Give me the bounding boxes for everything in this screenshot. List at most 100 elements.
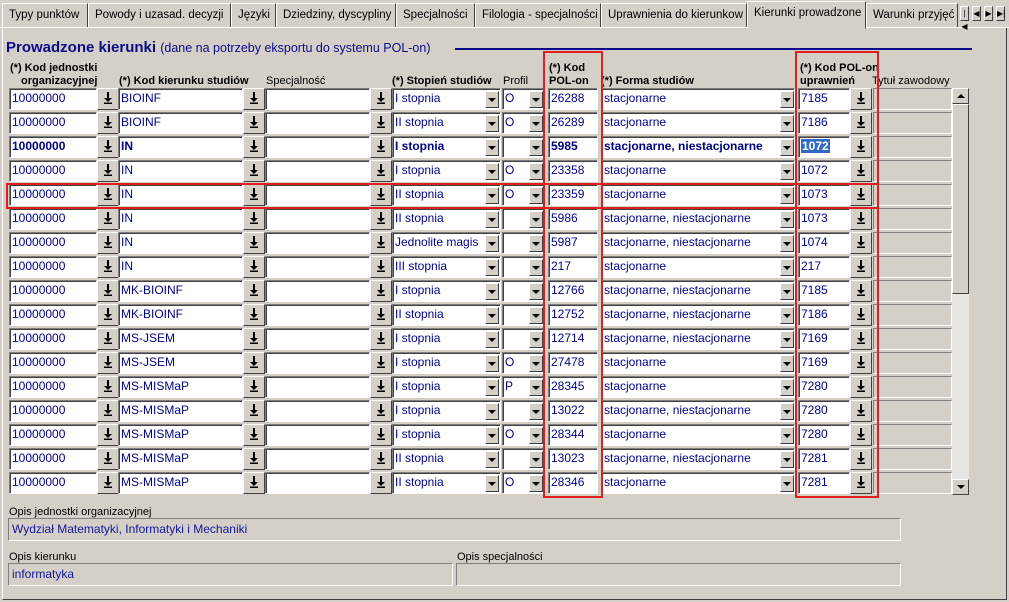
specialty-lookup-button[interactable] — [370, 88, 392, 110]
profile-dropdown-button[interactable] — [529, 259, 543, 276]
program-code-cell[interactable]: MS-JSEM — [118, 328, 243, 350]
specialty-cell[interactable] — [265, 400, 370, 422]
polon-code-cell[interactable]: 12766 — [548, 280, 598, 302]
profile-dropdown-button[interactable] — [529, 403, 543, 420]
specialty-cell[interactable] — [265, 88, 370, 110]
program-desc-field[interactable]: informatyka — [8, 563, 453, 586]
unit-code-cell[interactable]: 10000000 — [9, 448, 97, 470]
polon-permission-cell[interactable]: 7281 — [798, 472, 850, 494]
degree-dropdown-button[interactable] — [485, 187, 499, 204]
program-lookup-button[interactable] — [243, 400, 265, 422]
permission-lookup-button[interactable] — [850, 400, 872, 422]
specialty-lookup-button[interactable] — [370, 280, 392, 302]
degree-dropdown-button[interactable] — [485, 403, 499, 420]
specialty-lookup-button[interactable] — [370, 328, 392, 350]
polon-code-cell[interactable]: 12752 — [548, 304, 598, 326]
permission-lookup-button[interactable] — [850, 184, 872, 206]
profile-dropdown-button[interactable] — [529, 91, 543, 108]
profile-dropdown-button[interactable] — [529, 115, 543, 132]
unit-code-cell[interactable]: 10000000 — [9, 328, 97, 350]
unit-lookup-button[interactable] — [97, 160, 119, 182]
unit-code-cell[interactable]: 10000000 — [9, 112, 97, 134]
polon-code-cell[interactable]: 5987 — [548, 232, 598, 254]
permission-lookup-button[interactable] — [850, 304, 872, 326]
permission-lookup-button[interactable] — [850, 208, 872, 230]
specialty-lookup-button[interactable] — [370, 136, 392, 158]
unit-desc-field[interactable]: Wydział Matematyki, Informatyki i Mechan… — [8, 518, 901, 541]
program-lookup-button[interactable] — [243, 136, 265, 158]
degree-dropdown-button[interactable] — [485, 211, 499, 228]
study-form-select[interactable]: stacjonarne, niestacjonarne — [601, 280, 795, 302]
unit-code-cell[interactable]: 10000000 — [9, 256, 97, 278]
study-form-select[interactable]: stacjonarne — [601, 88, 795, 110]
program-code-cell[interactable]: IN — [118, 184, 243, 206]
professional-title-cell[interactable] — [873, 160, 952, 182]
degree-dropdown-button[interactable] — [485, 163, 499, 180]
specialty-lookup-button[interactable] — [370, 424, 392, 446]
specialty-lookup-button[interactable] — [370, 208, 392, 230]
unit-lookup-button[interactable] — [97, 88, 119, 110]
permission-lookup-button[interactable] — [850, 328, 872, 350]
polon-permission-cell[interactable]: 7169 — [798, 328, 850, 350]
program-lookup-button[interactable] — [243, 256, 265, 278]
polon-permission-cell[interactable]: 7280 — [798, 400, 850, 422]
program-code-cell[interactable]: IN — [118, 232, 243, 254]
polon-code-cell[interactable]: 26288 — [548, 88, 598, 110]
tab-filologia[interactable]: Filologia - specjalności — [475, 3, 601, 27]
last-icon[interactable]: ▶| — [996, 6, 1005, 21]
unit-lookup-button[interactable] — [97, 448, 119, 470]
polon-code-cell[interactable]: 23359 — [548, 184, 598, 206]
profile-dropdown-button[interactable] — [529, 235, 543, 252]
tab-powody[interactable]: Powody i uzasad. decyzji — [88, 3, 231, 27]
profile-dropdown-button[interactable] — [529, 211, 543, 228]
form-dropdown-button[interactable] — [780, 235, 794, 252]
specialty-lookup-button[interactable] — [370, 256, 392, 278]
polon-code-cell[interactable]: 28345 — [548, 376, 598, 398]
professional-title-cell[interactable] — [873, 424, 952, 446]
degree-dropdown-button[interactable] — [485, 307, 499, 324]
program-lookup-button[interactable] — [243, 232, 265, 254]
unit-lookup-button[interactable] — [97, 184, 119, 206]
unit-lookup-button[interactable] — [97, 232, 119, 254]
professional-title-cell[interactable] — [873, 400, 952, 422]
program-code-cell[interactable]: MS-MISMaP — [118, 472, 243, 494]
profile-dropdown-button[interactable] — [529, 307, 543, 324]
specialty-cell[interactable] — [265, 208, 370, 230]
form-dropdown-button[interactable] — [780, 379, 794, 396]
unit-code-cell[interactable]: 10000000 — [9, 376, 97, 398]
unit-code-cell[interactable]: 10000000 — [9, 160, 97, 182]
polon-code-cell[interactable]: 5986 — [548, 208, 598, 230]
degree-dropdown-button[interactable] — [485, 259, 499, 276]
program-code-cell[interactable]: IN — [118, 136, 243, 158]
unit-code-cell[interactable]: 10000000 — [9, 304, 97, 326]
study-form-select[interactable]: stacjonarne — [601, 424, 795, 446]
polon-permission-cell[interactable]: 7169 — [798, 352, 850, 374]
permission-lookup-button[interactable] — [850, 280, 872, 302]
study-form-select[interactable]: stacjonarne, niestacjonarne — [601, 232, 795, 254]
profile-dropdown-button[interactable] — [529, 427, 543, 444]
tab-jezyki[interactable]: Języki — [231, 3, 276, 27]
first-icon[interactable]: |◀ — [960, 6, 969, 31]
degree-dropdown-button[interactable] — [485, 379, 499, 396]
polon-code-cell[interactable]: 28346 — [548, 472, 598, 494]
program-code-cell[interactable]: BIOINF — [118, 88, 243, 110]
specialty-lookup-button[interactable] — [370, 160, 392, 182]
specialty-lookup-button[interactable] — [370, 232, 392, 254]
program-lookup-button[interactable] — [243, 208, 265, 230]
permission-lookup-button[interactable] — [850, 112, 872, 134]
specialty-cell[interactable] — [265, 184, 370, 206]
polon-permission-cell[interactable]: 1073 — [798, 208, 850, 230]
polon-code-cell[interactable]: 12714 — [548, 328, 598, 350]
study-form-select[interactable]: stacjonarne, niestacjonarne — [601, 448, 795, 470]
specialty-lookup-button[interactable] — [370, 400, 392, 422]
degree-dropdown-button[interactable] — [485, 139, 499, 156]
unit-code-cell[interactable]: 10000000 — [9, 184, 97, 206]
degree-dropdown-button[interactable] — [485, 91, 499, 108]
professional-title-cell[interactable] — [873, 328, 952, 350]
polon-permission-cell[interactable]: 7186 — [798, 112, 850, 134]
polon-code-cell[interactable]: 5985 — [548, 136, 598, 158]
professional-title-cell[interactable] — [873, 112, 952, 134]
specialty-cell[interactable] — [265, 256, 370, 278]
study-form-select[interactable]: stacjonarne, niestacjonarne — [601, 208, 795, 230]
profile-dropdown-button[interactable] — [529, 331, 543, 348]
